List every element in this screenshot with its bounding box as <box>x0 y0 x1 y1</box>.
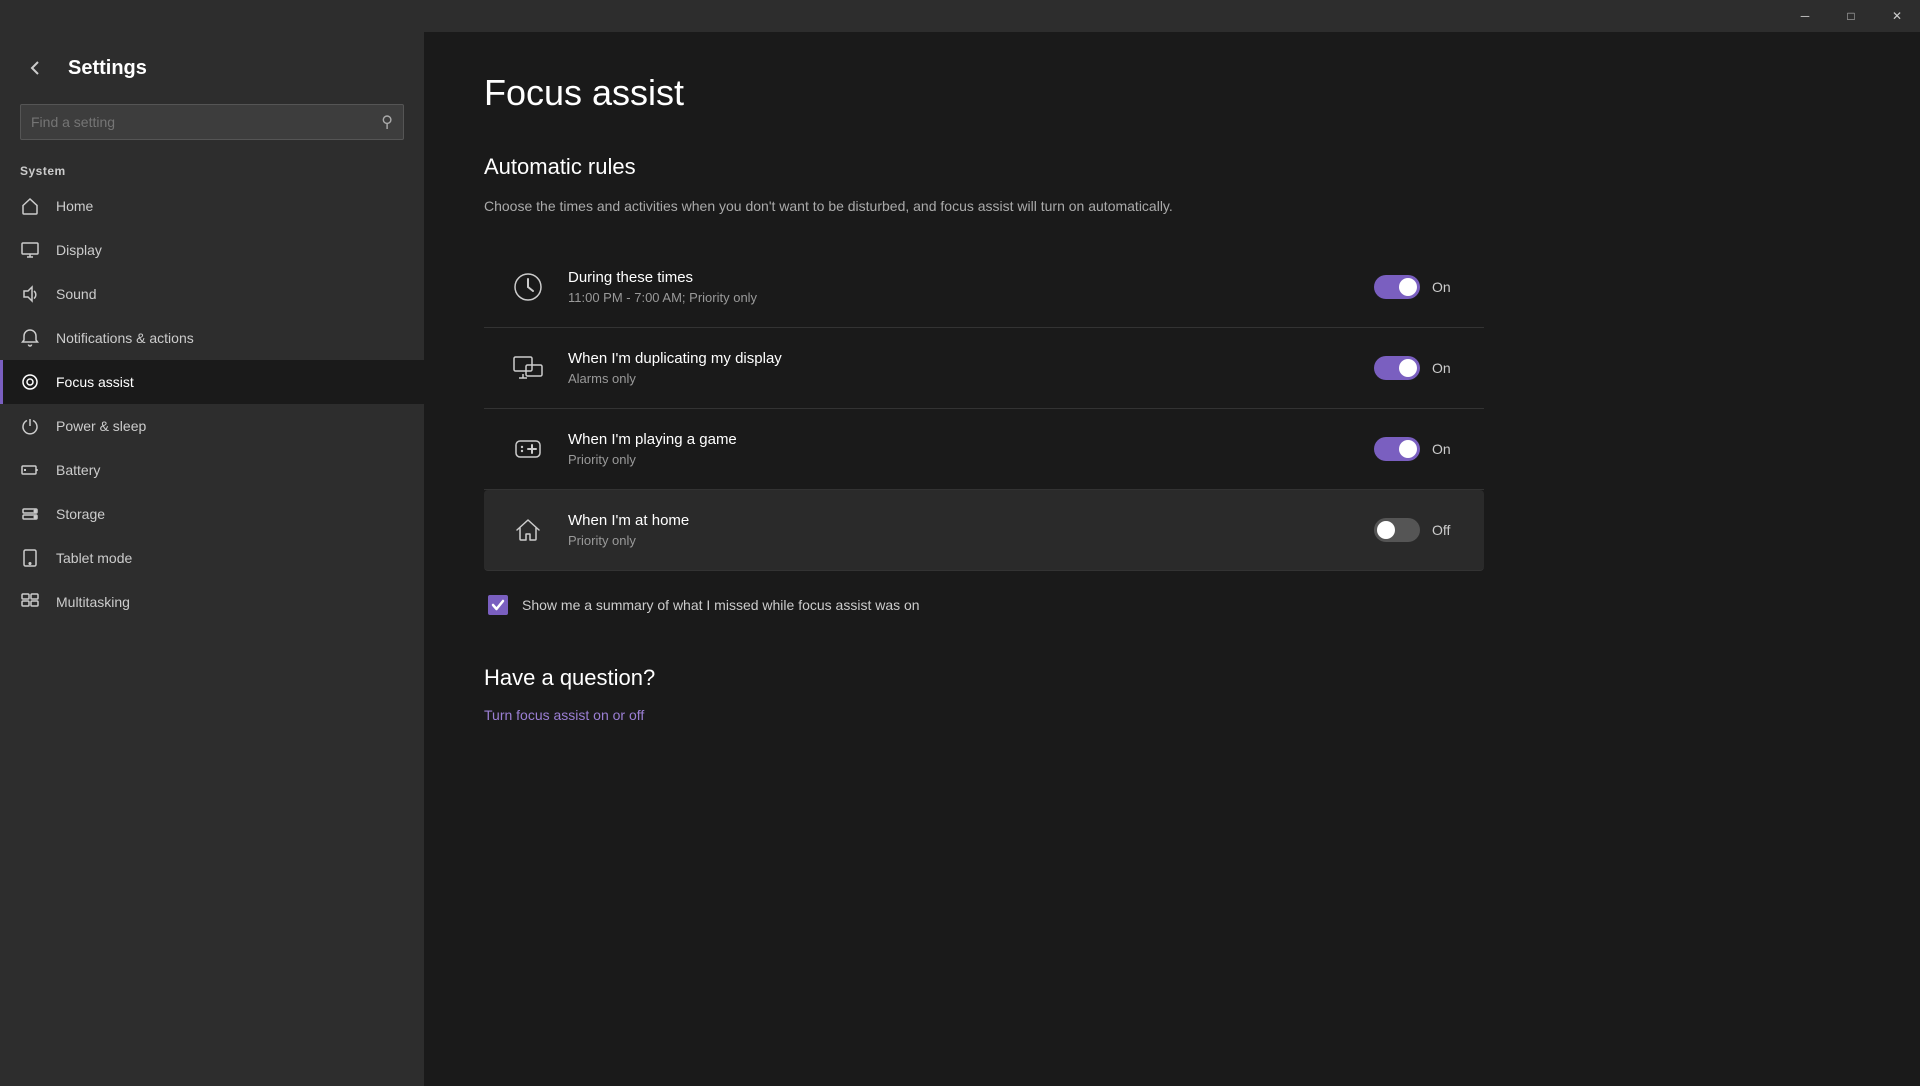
search-icon: ⚲ <box>381 112 393 132</box>
sound-icon <box>20 284 40 304</box>
rule-playing-game-toggle[interactable] <box>1374 437 1420 461</box>
sidebar: Settings ⚲ System Home D <box>0 32 424 1086</box>
minimize-button[interactable]: ─ <box>1782 0 1828 32</box>
duplicate-display-icon <box>508 348 548 388</box>
rule-at-home-toggle-group: Off <box>1374 518 1460 542</box>
rule-duplicating-display-title: When I'm duplicating my display <box>568 350 1354 367</box>
rule-at-home-title: When I'm at home <box>568 512 1354 529</box>
display-icon <box>20 240 40 260</box>
clock-icon <box>508 267 548 307</box>
rule-playing-game-text: When I'm playing a game Priority only <box>568 431 1354 467</box>
page-title: Focus assist <box>484 72 1860 114</box>
rule-during-times[interactable]: During these times 11:00 PM - 7:00 AM; P… <box>484 247 1484 328</box>
sidebar-item-label-sound: Sound <box>56 286 96 302</box>
rule-at-home-text: When I'm at home Priority only <box>568 512 1354 548</box>
rule-duplicating-display-state: On <box>1432 360 1460 376</box>
focus-icon <box>20 372 40 392</box>
sidebar-item-power[interactable]: Power & sleep <box>0 404 424 448</box>
toggle-thumb <box>1399 278 1417 296</box>
storage-icon <box>20 504 40 524</box>
main-content: Focus assist Automatic rules Choose the … <box>424 32 1920 1086</box>
rule-during-times-text: During these times 11:00 PM - 7:00 AM; P… <box>568 269 1354 305</box>
rule-during-times-state: On <box>1432 279 1460 295</box>
rule-playing-game-subtitle: Priority only <box>568 452 1354 467</box>
power-icon <box>20 416 40 436</box>
at-home-icon <box>508 510 548 550</box>
sidebar-item-multitasking[interactable]: Multitasking <box>0 580 424 624</box>
rule-duplicating-display[interactable]: When I'm duplicating my display Alarms o… <box>484 328 1484 409</box>
maximize-button[interactable]: □ <box>1828 0 1874 32</box>
search-input[interactable] <box>31 114 373 130</box>
rule-during-times-title: During these times <box>568 269 1354 286</box>
summary-row[interactable]: Show me a summary of what I missed while… <box>484 595 1484 615</box>
help-link[interactable]: Turn focus assist on or off <box>484 707 644 723</box>
home-icon <box>20 196 40 216</box>
sidebar-item-tablet[interactable]: Tablet mode <box>0 536 424 580</box>
tablet-icon <box>20 548 40 568</box>
sidebar-item-label-multitasking: Multitasking <box>56 594 130 610</box>
rule-duplicating-display-subtitle: Alarms only <box>568 371 1354 386</box>
toggle-thumb <box>1399 359 1417 377</box>
sidebar-header: Settings <box>0 32 424 94</box>
question-title: Have a question? <box>484 665 1860 691</box>
rule-during-times-subtitle: 11:00 PM - 7:00 AM; Priority only <box>568 290 1354 305</box>
rule-at-home-subtitle: Priority only <box>568 533 1354 548</box>
sidebar-item-label-battery: Battery <box>56 462 100 478</box>
rule-duplicating-display-toggle[interactable] <box>1374 356 1420 380</box>
automatic-rules-heading: Automatic rules <box>484 154 1860 180</box>
sidebar-item-label-tablet: Tablet mode <box>56 550 132 566</box>
sidebar-item-label-power: Power & sleep <box>56 418 146 434</box>
sidebar-item-storage[interactable]: Storage <box>0 492 424 536</box>
close-button[interactable]: ✕ <box>1874 0 1920 32</box>
battery-icon <box>20 460 40 480</box>
rule-at-home[interactable]: When I'm at home Priority only Off <box>484 490 1484 571</box>
rule-duplicating-display-toggle-group: On <box>1374 356 1460 380</box>
multitasking-icon <box>20 592 40 612</box>
toggle-thumb <box>1399 440 1417 458</box>
search-box[interactable]: ⚲ <box>20 104 404 140</box>
sidebar-item-focus[interactable]: Focus assist <box>0 360 424 404</box>
sidebar-item-label-home: Home <box>56 198 93 214</box>
sidebar-item-label-display: Display <box>56 242 102 258</box>
rule-playing-game-state: On <box>1432 441 1460 457</box>
rule-playing-game-title: When I'm playing a game <box>568 431 1354 448</box>
rule-at-home-state: Off <box>1432 522 1460 538</box>
notifications-icon <box>20 328 40 348</box>
rule-duplicating-display-text: When I'm duplicating my display Alarms o… <box>568 350 1354 386</box>
sidebar-item-sound[interactable]: Sound <box>0 272 424 316</box>
game-icon <box>508 429 548 469</box>
app-container: Settings ⚲ System Home D <box>0 32 1920 1086</box>
summary-checkbox[interactable] <box>488 595 508 615</box>
titlebar: ─ □ ✕ <box>0 0 1920 32</box>
sidebar-item-home[interactable]: Home <box>0 184 424 228</box>
app-title: Settings <box>68 57 147 80</box>
sidebar-item-battery[interactable]: Battery <box>0 448 424 492</box>
sidebar-item-label-focus: Focus assist <box>56 374 134 390</box>
rule-playing-game-toggle-group: On <box>1374 437 1460 461</box>
rule-during-times-toggle-group: On <box>1374 275 1460 299</box>
rule-during-times-toggle[interactable] <box>1374 275 1420 299</box>
toggle-thumb <box>1377 521 1395 539</box>
sidebar-item-notifications[interactable]: Notifications & actions <box>0 316 424 360</box>
sidebar-item-label-storage: Storage <box>56 506 105 522</box>
sidebar-item-display[interactable]: Display <box>0 228 424 272</box>
rule-at-home-toggle[interactable] <box>1374 518 1420 542</box>
automatic-rules-description: Choose the times and activities when you… <box>484 196 1344 217</box>
system-section-label: System <box>0 156 424 184</box>
back-button[interactable] <box>20 52 52 84</box>
sidebar-item-label-notifications: Notifications & actions <box>56 330 194 346</box>
summary-label: Show me a summary of what I missed while… <box>522 597 920 613</box>
rule-playing-game[interactable]: When I'm playing a game Priority only On <box>484 409 1484 490</box>
question-section: Have a question? Turn focus assist on or… <box>484 665 1860 725</box>
